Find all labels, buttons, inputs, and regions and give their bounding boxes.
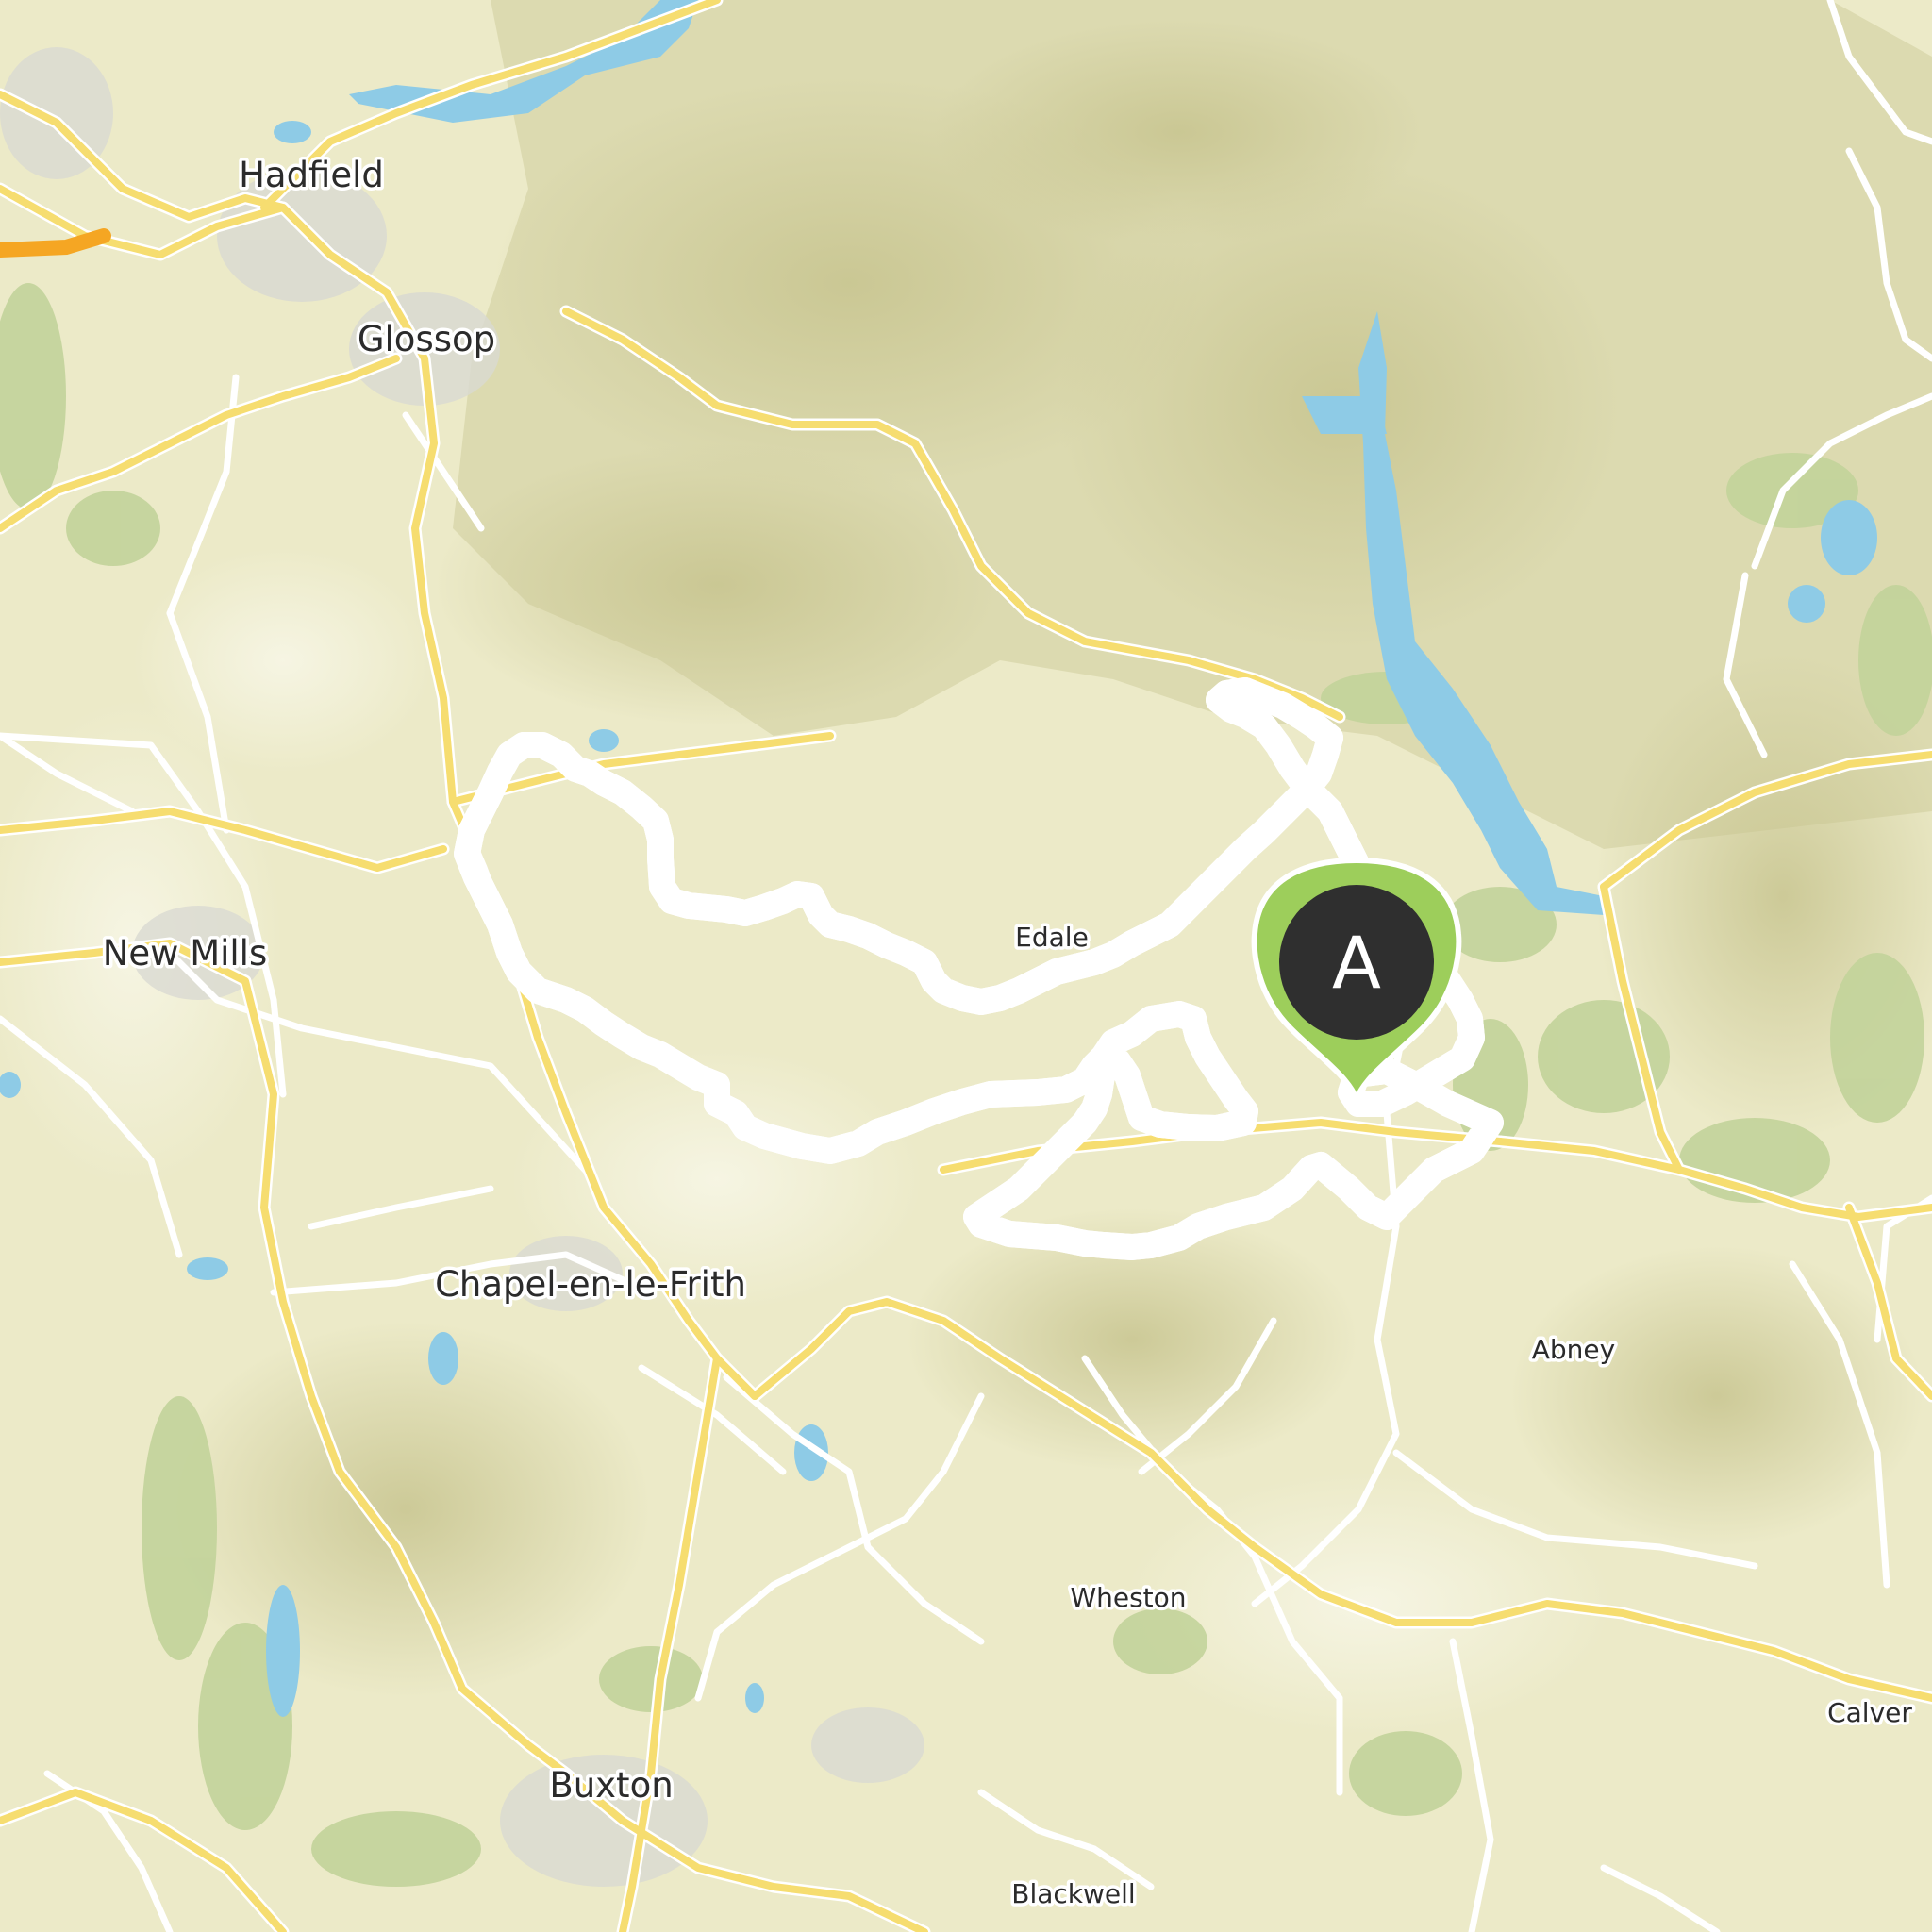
place-label-hadfield: Hadfield xyxy=(239,155,384,195)
place-label-glossop: Glossop xyxy=(358,319,495,359)
map-canvas: A Hadfield Glossop New Mills Chapel-en-l… xyxy=(0,0,1932,1932)
marker-label: A xyxy=(1332,921,1381,1005)
place-label-edale: Edale xyxy=(1015,922,1089,953)
place-label-blackwell: Blackwell xyxy=(1011,1878,1135,1909)
place-label-chapel-en-le-frith: Chapel-en-le-Frith xyxy=(435,1264,746,1305)
place-label-buxton: Buxton xyxy=(549,1765,673,1806)
place-label-wheston: Wheston xyxy=(1070,1582,1186,1613)
place-label-calver: Calver xyxy=(1827,1697,1912,1728)
place-label-abney: Abney xyxy=(1532,1334,1615,1365)
place-label-new-mills: New Mills xyxy=(103,933,268,974)
route-map[interactable]: A Hadfield Glossop New Mills Chapel-en-l… xyxy=(0,0,1932,1932)
